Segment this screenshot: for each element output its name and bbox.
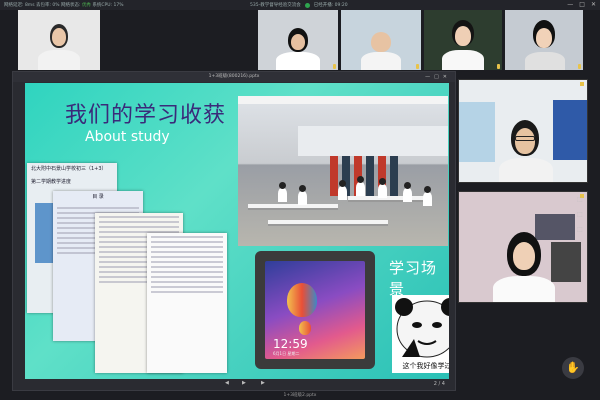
meeting-info: 535-教学督导经验交流会 已经开播: 09:20 [250,2,348,8]
camera-icon[interactable]: ⬚ [577,226,583,233]
slide-title: 我们的学习收获 [65,103,227,128]
slide-minimize-button[interactable]: — [425,74,434,80]
meeting-app: 网络延迟: 8ms 丢包率: 0% 网络状态: 优秀 系统CPU: 17% 53… [0,0,600,400]
slide-window-titlebar: 1+3班级(800216).pptx —□✕ [13,72,455,82]
ipad-date: 6月1日 星期二 [273,351,300,356]
slide-window-controls: —□✕ [425,72,451,82]
next-slide-button[interactable]: ▶ [261,380,265,386]
participant-tile[interactable] [505,10,583,70]
screen-icon[interactable]: ⬚ [577,211,583,218]
video-tile-boy[interactable] [458,79,588,183]
presentation-slide: 我们的学习收获 About study 北大附中石景山学校初三（1+3） 第二学… [25,83,449,379]
shared-slide-window: 1+3班级(800216).pptx —□✕ 我们的学习收获 About stu… [12,71,456,391]
mic-icon [578,64,581,69]
crown-icon [580,82,584,86]
classroom-photo [238,96,448,246]
document-toc-title: 目 录 [92,194,104,200]
participant-tile[interactable] [424,10,502,70]
mic-icon [416,64,419,69]
meme-caption: 这个我好像学过 [402,362,450,370]
layout-icon[interactable]: ⬚ [577,196,583,203]
bottom-file-name: 1+3班级2.pptx [283,393,317,398]
slide-subtitle: About study [85,129,170,145]
live-indicator-icon [304,2,310,8]
slide-controls: ◀ ▶ ▶ 2 / 4 [25,379,449,389]
balloon-icon [299,321,311,335]
balloon-icon [287,283,317,317]
previous-slide-button[interactable]: ◀ [225,380,229,386]
ipad-photo: 12:59 6月1日 星期二 [255,251,375,369]
mic-icon [333,64,336,69]
meme-image: 这个我好像学过 [392,295,449,373]
panda-face-icon [395,298,449,358]
minimize-button[interactable]: — [567,1,573,8]
hand-icon: ✋ [566,361,580,374]
maximize-button[interactable]: □ [579,1,585,8]
network-stats: 网络延迟: 8ms 丢包率: 0% 网络状态: 优秀 系统CPU: 17% [4,2,204,8]
document-header: 北大附中石景山学校初三（1+3） [31,166,107,172]
document-photo-4 [147,233,227,373]
document-subheader: 第二学期教学进度 [31,179,72,185]
participant-tile[interactable] [258,10,338,70]
mic-icon [497,64,500,69]
live-timer: 已经开播: 09:20 [313,3,348,8]
side-toolbar: ⬚ ⬚ ⬚ [574,196,586,233]
raise-hand-button[interactable]: ✋ [562,357,584,379]
participant-tile[interactable] [18,10,100,70]
participant-tile[interactable] [341,10,421,70]
meeting-title: 535-教学督导经验交流会 [250,3,301,8]
page-indicator: 2 / 4 [433,381,445,387]
participant-strip [0,10,600,70]
top-status-bar: 网络延迟: 8ms 丢包率: 0% 网络状态: 优秀 系统CPU: 17% 53… [0,0,600,10]
cpu-usage: 系统CPU: 17% [92,3,124,8]
slide-maximize-button[interactable]: □ [434,74,443,80]
slide-close-button[interactable]: ✕ [443,74,451,80]
window-controls: — □ ✕ [567,1,596,8]
close-button[interactable]: ✕ [591,1,596,8]
network-stats-label: 网络延迟: 8ms 丢包率: 0% 网络状态: [4,3,81,8]
play-button[interactable]: ▶ [242,380,246,386]
ipad-time: 12:59 [273,337,308,351]
network-status-value: 优秀 [81,3,91,8]
slide-file-name: 1+3班级(800216).pptx [208,74,260,79]
scene-title: 学习场景 [389,259,438,298]
video-tile-girl[interactable] [458,191,588,303]
